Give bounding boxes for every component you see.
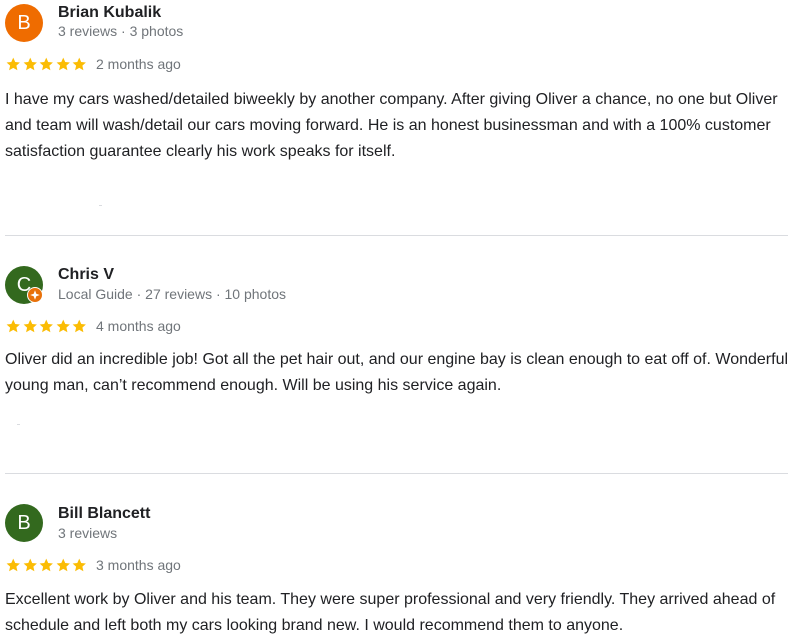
reviewer-meta[interactable]: 3 reviews · 3 photos (58, 23, 183, 39)
review-divider (5, 235, 788, 236)
star-rating (5, 318, 88, 334)
star-rating (5, 557, 88, 573)
review-date: 3 months ago (96, 557, 181, 573)
star-icon (56, 319, 70, 333)
review-date: 2 months ago (96, 56, 181, 72)
star-icon (23, 57, 37, 71)
review-date: 4 months ago (96, 318, 181, 334)
star-icon (72, 558, 86, 572)
star-icon (23, 319, 37, 333)
review-text: Excellent work by Oliver and his team. T… (5, 591, 776, 634)
review-divider (5, 473, 788, 474)
avatar[interactable]: B (5, 4, 43, 42)
local-guide-badge-icon (27, 287, 43, 303)
star-icon (6, 319, 20, 333)
reviewer-name[interactable]: Bill Blancett (58, 505, 150, 523)
star-icon (72, 319, 86, 333)
reviewer-name[interactable]: Brian Kubalik (58, 4, 161, 22)
star-icon (39, 558, 53, 572)
star-icon (39, 319, 53, 333)
review-text: I have my cars washed/detailed biweekly … (5, 91, 778, 160)
reviewer-meta[interactable]: Local Guide · 27 reviews · 10 photos (58, 286, 286, 302)
reviewer-name[interactable]: Chris V (58, 266, 114, 284)
star-icon (6, 558, 20, 572)
star-icon (6, 57, 20, 71)
star-icon (56, 57, 70, 71)
star-icon (72, 57, 86, 71)
review-text: Oliver did an incredible job! Got all th… (5, 351, 788, 394)
media-placeholder-tick (99, 205, 102, 206)
reviewer-meta[interactable]: 3 reviews (58, 525, 117, 541)
star-icon (39, 57, 53, 71)
star-icon (23, 558, 37, 572)
star-rating (5, 56, 88, 72)
avatar[interactable]: B (5, 504, 43, 542)
star-icon (56, 558, 70, 572)
media-placeholder-tick (17, 424, 20, 425)
